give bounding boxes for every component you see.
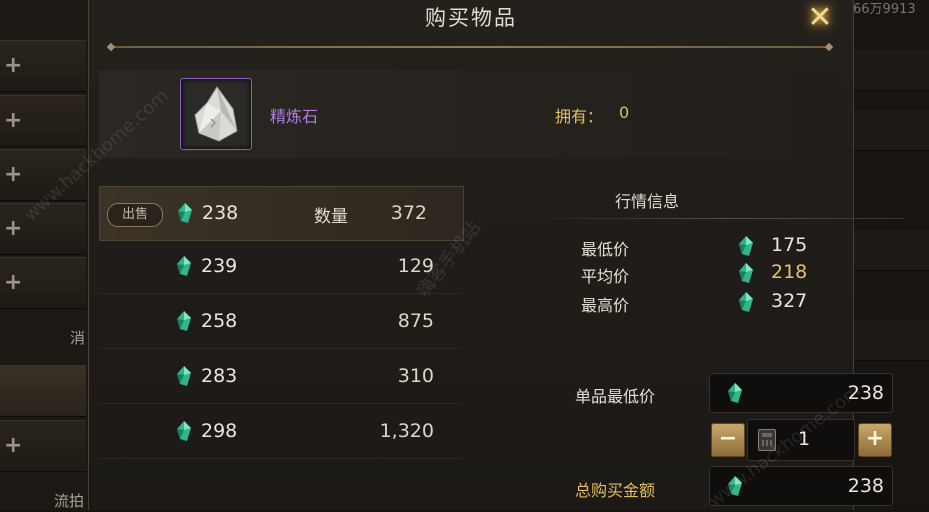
- green-gem-icon: [177, 366, 191, 386]
- listing-quantity: 372: [390, 202, 427, 224]
- plus-icon: +: [865, 426, 885, 451]
- background-list-panel: + + + + + 消 + 流拍: [0, 0, 88, 510]
- background-side-label: 流拍: [54, 492, 85, 510]
- background-list-row: +: [0, 257, 86, 309]
- listing-quantity: 1,320: [379, 420, 434, 442]
- expand-plus-icon: +: [4, 108, 23, 133]
- background-list-row: +: [0, 95, 86, 147]
- sell-badge: 出售: [107, 203, 163, 227]
- listing-price: 239: [201, 255, 238, 277]
- listing-row[interactable]: 258 875: [99, 295, 462, 349]
- background-row: [852, 230, 929, 271]
- listing-quantity: 310: [397, 365, 434, 387]
- owned-count: 0: [619, 103, 630, 122]
- dialog-title: 购买物品: [425, 6, 517, 30]
- sell-listings: 出售 238 数量 372 239 129 258 875 283 310 29…: [99, 186, 464, 486]
- listing-quantity: 875: [397, 310, 434, 332]
- total-amount-label: 总购买金额: [575, 481, 656, 500]
- market-info-title: 行情信息: [615, 192, 680, 211]
- expand-plus-icon: +: [4, 53, 23, 78]
- background-currency-text: 66万9913: [853, 2, 916, 17]
- title-divider: [111, 46, 829, 48]
- total-amount-value: 238: [847, 475, 884, 497]
- unit-price-field: 238: [709, 373, 893, 413]
- highest-price-label: 最高价: [581, 296, 630, 315]
- lowest-price-label: 最低价: [581, 240, 630, 259]
- background-side-label: 消: [70, 329, 86, 347]
- close-button[interactable]: ✕: [801, 2, 839, 34]
- green-gem-icon: [739, 263, 753, 283]
- expand-plus-icon: +: [4, 270, 23, 295]
- green-gem-icon: [177, 311, 191, 331]
- close-sparkle-icon: ✕: [807, 0, 833, 35]
- background-list-row: [0, 365, 86, 417]
- listing-row[interactable]: 239 129: [99, 240, 462, 294]
- listing-price: 283: [201, 365, 238, 387]
- expand-plus-icon: +: [4, 162, 23, 187]
- highest-price-value: 327: [771, 290, 808, 312]
- listing-row-selected[interactable]: 出售 238 数量 372: [99, 186, 464, 241]
- item-name: 精炼石: [270, 107, 319, 126]
- item-header: 精炼石 拥有： 0: [99, 70, 841, 158]
- background-row: [852, 320, 929, 361]
- quantity-label: 数量: [314, 207, 348, 227]
- average-price-label: 平均价: [581, 267, 630, 286]
- background-row: [852, 50, 929, 91]
- green-gem-icon: [178, 203, 192, 223]
- listing-row[interactable]: 298 1,320: [99, 405, 462, 459]
- green-gem-icon: [739, 292, 753, 312]
- listing-price: 238: [202, 202, 239, 224]
- expand-plus-icon: +: [4, 433, 23, 458]
- purchase-item-dialog: 购买物品 ✕ 精炼石 拥有： 0 出售 238 数量 372 239 129 2…: [88, 0, 905, 510]
- green-gem-icon: [177, 421, 191, 441]
- market-divider: [549, 218, 905, 219]
- listing-row[interactable]: 283 310: [99, 350, 462, 404]
- refining-stone-crystal-icon[interactable]: [180, 78, 252, 150]
- minus-icon: −: [718, 426, 738, 451]
- owned-label: 拥有：: [555, 107, 604, 126]
- green-gem-icon: [177, 256, 191, 276]
- expand-plus-icon: +: [4, 216, 23, 241]
- background-row: [852, 110, 929, 151]
- green-gem-icon: [728, 383, 742, 403]
- listing-price: 258: [201, 310, 238, 332]
- background-list-row: +: [0, 420, 86, 472]
- background-list-row: +: [0, 40, 86, 92]
- listing-price: 298: [201, 420, 238, 442]
- unit-price-label: 单品最低价: [575, 387, 656, 406]
- average-price-value: 218: [771, 261, 808, 283]
- green-gem-icon: [739, 236, 753, 256]
- decrement-button[interactable]: −: [711, 423, 745, 457]
- lowest-price-value: 175: [771, 234, 808, 256]
- increment-button[interactable]: +: [858, 423, 892, 457]
